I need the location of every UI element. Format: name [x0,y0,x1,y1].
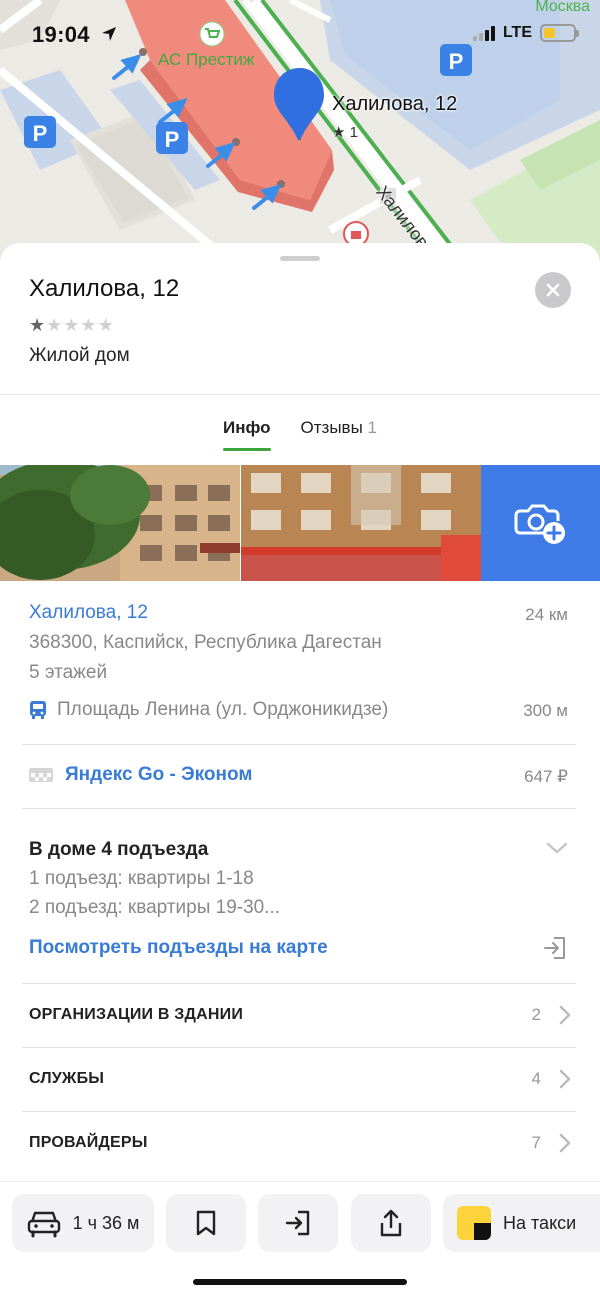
taxi-row[interactable]: Яндекс Go - Эконом [29,764,571,786]
entrance-line: 1 подъезд: квартиры 1-18 [29,868,254,889]
add-photo-button[interactable] [481,465,600,581]
entrance-button[interactable] [258,1194,338,1252]
status-time: 19:04 [32,22,90,47]
chevron-right-icon [559,1133,571,1153]
star-empty-icon: ★ [97,315,115,335]
map-view[interactable]: P P P 19:04 LTE Москва АС Престиж Халило… [0,0,600,270]
transit-stop-row[interactable]: Площадь Ленина (ул. Орджоникидзе) [29,699,571,721]
status-indicators: LTE [472,24,579,42]
yandex-taxi-logo-icon [457,1206,491,1240]
taxi-label: Яндекс Go - Эконом [65,764,253,785]
transit-stop-name: Площадь Ленина (ул. Орджоникидзе) [57,699,389,720]
address-title[interactable]: Халилова, 12 [29,602,571,624]
taxi-button-label: На такси [503,1212,577,1233]
chevron-right-icon [559,1005,571,1025]
transit-distance: 300 м [523,701,568,720]
section-count: 7 [531,1133,541,1152]
divider [22,808,576,809]
section-providers[interactable]: ПРОВАЙДЕРЫ 7 [29,1111,571,1175]
map-pin-label: Халилова, 12 [332,93,458,115]
car-icon [27,1211,60,1238]
address-distance: 24 км [525,605,568,624]
svg-text:P: P [449,49,464,74]
section-label: ПРОВАЙДЕРЫ [29,1134,148,1151]
route-button[interactable]: 1 ч 36 м [12,1194,154,1252]
entrances-title[interactable]: В доме 4 подъезда [29,839,571,861]
star-empty-icon: ★ [63,315,81,335]
section-services[interactable]: СЛУЖБЫ 4 [29,1047,571,1111]
taxi-price: 647 ₽ [524,767,568,786]
section-label: ОРГАНИЗАЦИИ В ЗДАНИИ [29,1006,244,1023]
location-arrow-icon [102,27,116,41]
divider [22,744,576,745]
map-shop-label[interactable]: АС Престиж [158,50,254,70]
close-button[interactable] [535,272,571,308]
tab-reviews[interactable]: Отзывы 1 [301,406,377,454]
taxi-order-button[interactable]: На такси [443,1194,600,1252]
network-type: LTE [502,24,532,41]
chevron-right-icon [559,1069,571,1089]
photo-strip [0,465,600,581]
bookmark-icon [196,1210,216,1236]
bus-icon [30,701,46,719]
svg-text:P: P [165,127,180,152]
route-time: 1 ч 36 м [72,1212,140,1233]
share-button[interactable] [351,1194,431,1252]
section-organizations[interactable]: ОРГАНИЗАЦИИ В ЗДАНИИ 2 [29,983,571,1047]
section-count: 4 [531,1069,541,1088]
divider [0,394,600,395]
tab-info[interactable]: Инфо [222,406,271,454]
enter-icon [285,1210,310,1236]
tab-info-label: Инфо [222,418,271,437]
close-icon [546,283,560,297]
tab-reviews-label: Отзывы [300,418,363,437]
taxi-icon [29,768,53,782]
section-count: 2 [531,1005,541,1024]
chevron-down-icon[interactable] [546,841,568,855]
share-icon [380,1209,402,1237]
bottom-action-bar: 1 ч 36 м На такси [0,1181,600,1297]
camera-plus-icon [514,504,565,544]
tab-bar: Инфо Отзывы 1 [0,406,600,466]
place-card: Халилова, 12 ★★★★★ Жилой дом Инфо Отзывы… [0,243,600,1297]
place-type: Жилой дом [29,345,130,366]
address-line: 368300, Каспийск, Республика Дагестан [29,632,382,653]
signal-icon [472,25,495,41]
star-empty-icon: ★ [80,315,98,335]
building-photo[interactable] [241,465,481,581]
battery-icon [540,24,579,42]
svg-text:P: P [33,121,48,146]
tab-reviews-count: 1 [367,418,377,437]
home-indicator[interactable] [193,1279,407,1285]
bookmark-button[interactable] [166,1194,246,1252]
entrance-line: 2 подъезд: квартиры 19-30... [29,897,281,918]
place-title: Халилова, 12 [29,275,180,302]
star-empty-icon: ★ [46,315,64,335]
star-filled-icon: ★ [29,315,47,335]
floors-count: 5 этажей [29,662,108,683]
map-city-label: Москва [535,0,590,15]
rating-stars: ★★★★★ [29,315,115,336]
sheet-grabber[interactable] [280,256,320,261]
show-entrances-link[interactable]: Посмотреть подъезды на карте [29,937,571,959]
map-pin-rating: ★ 1 [332,124,358,141]
building-photo[interactable] [0,465,240,581]
enter-map-icon[interactable] [542,935,568,961]
section-label: СЛУЖБЫ [29,1070,105,1087]
